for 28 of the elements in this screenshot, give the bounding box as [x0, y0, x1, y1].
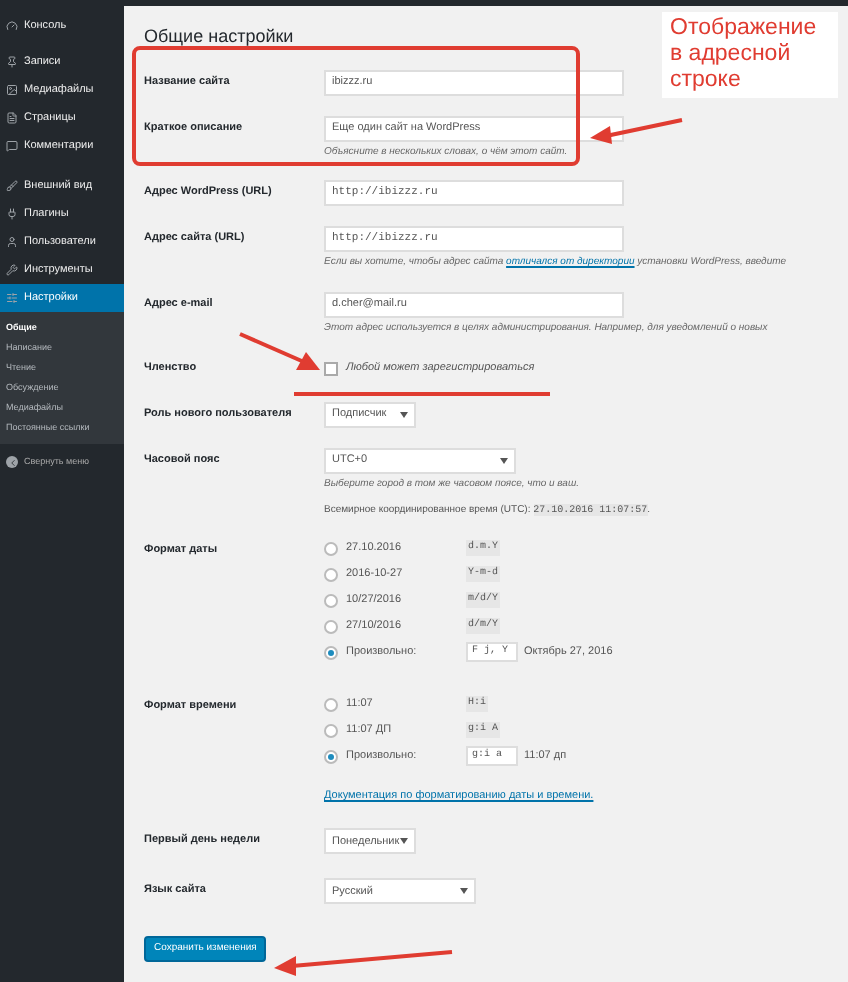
radio-button[interactable] [324, 723, 338, 737]
image-icon [6, 84, 18, 96]
radio-button[interactable] [324, 567, 338, 581]
speech-bubble-icon [6, 140, 18, 152]
radio-button[interactable] [324, 619, 338, 633]
brush-icon [6, 180, 18, 192]
arrow-annotation [586, 116, 686, 148]
caret-icon [400, 412, 408, 418]
radio-button[interactable] [324, 541, 338, 555]
sliders-icon [6, 292, 18, 304]
arrow-annotation [236, 330, 324, 374]
page-title: Общие настройки [144, 24, 294, 50]
wrench-icon [6, 264, 18, 276]
gauge-icon [6, 20, 18, 32]
annotation-note: Отображение в адресной строке [662, 12, 838, 98]
caret-icon [500, 458, 508, 464]
plug-icon [6, 208, 18, 220]
radio-button[interactable] [324, 749, 338, 763]
pin-icon [6, 56, 18, 68]
caret-icon [460, 888, 468, 895]
caret-icon [400, 838, 408, 845]
radio-button[interactable] [324, 593, 338, 607]
document-icon [6, 112, 18, 124]
person-icon [6, 236, 18, 248]
collapse-icon [6, 456, 18, 468]
radio-button[interactable] [324, 645, 338, 659]
radio-button[interactable] [324, 697, 338, 711]
checkbox[interactable] [324, 362, 338, 376]
